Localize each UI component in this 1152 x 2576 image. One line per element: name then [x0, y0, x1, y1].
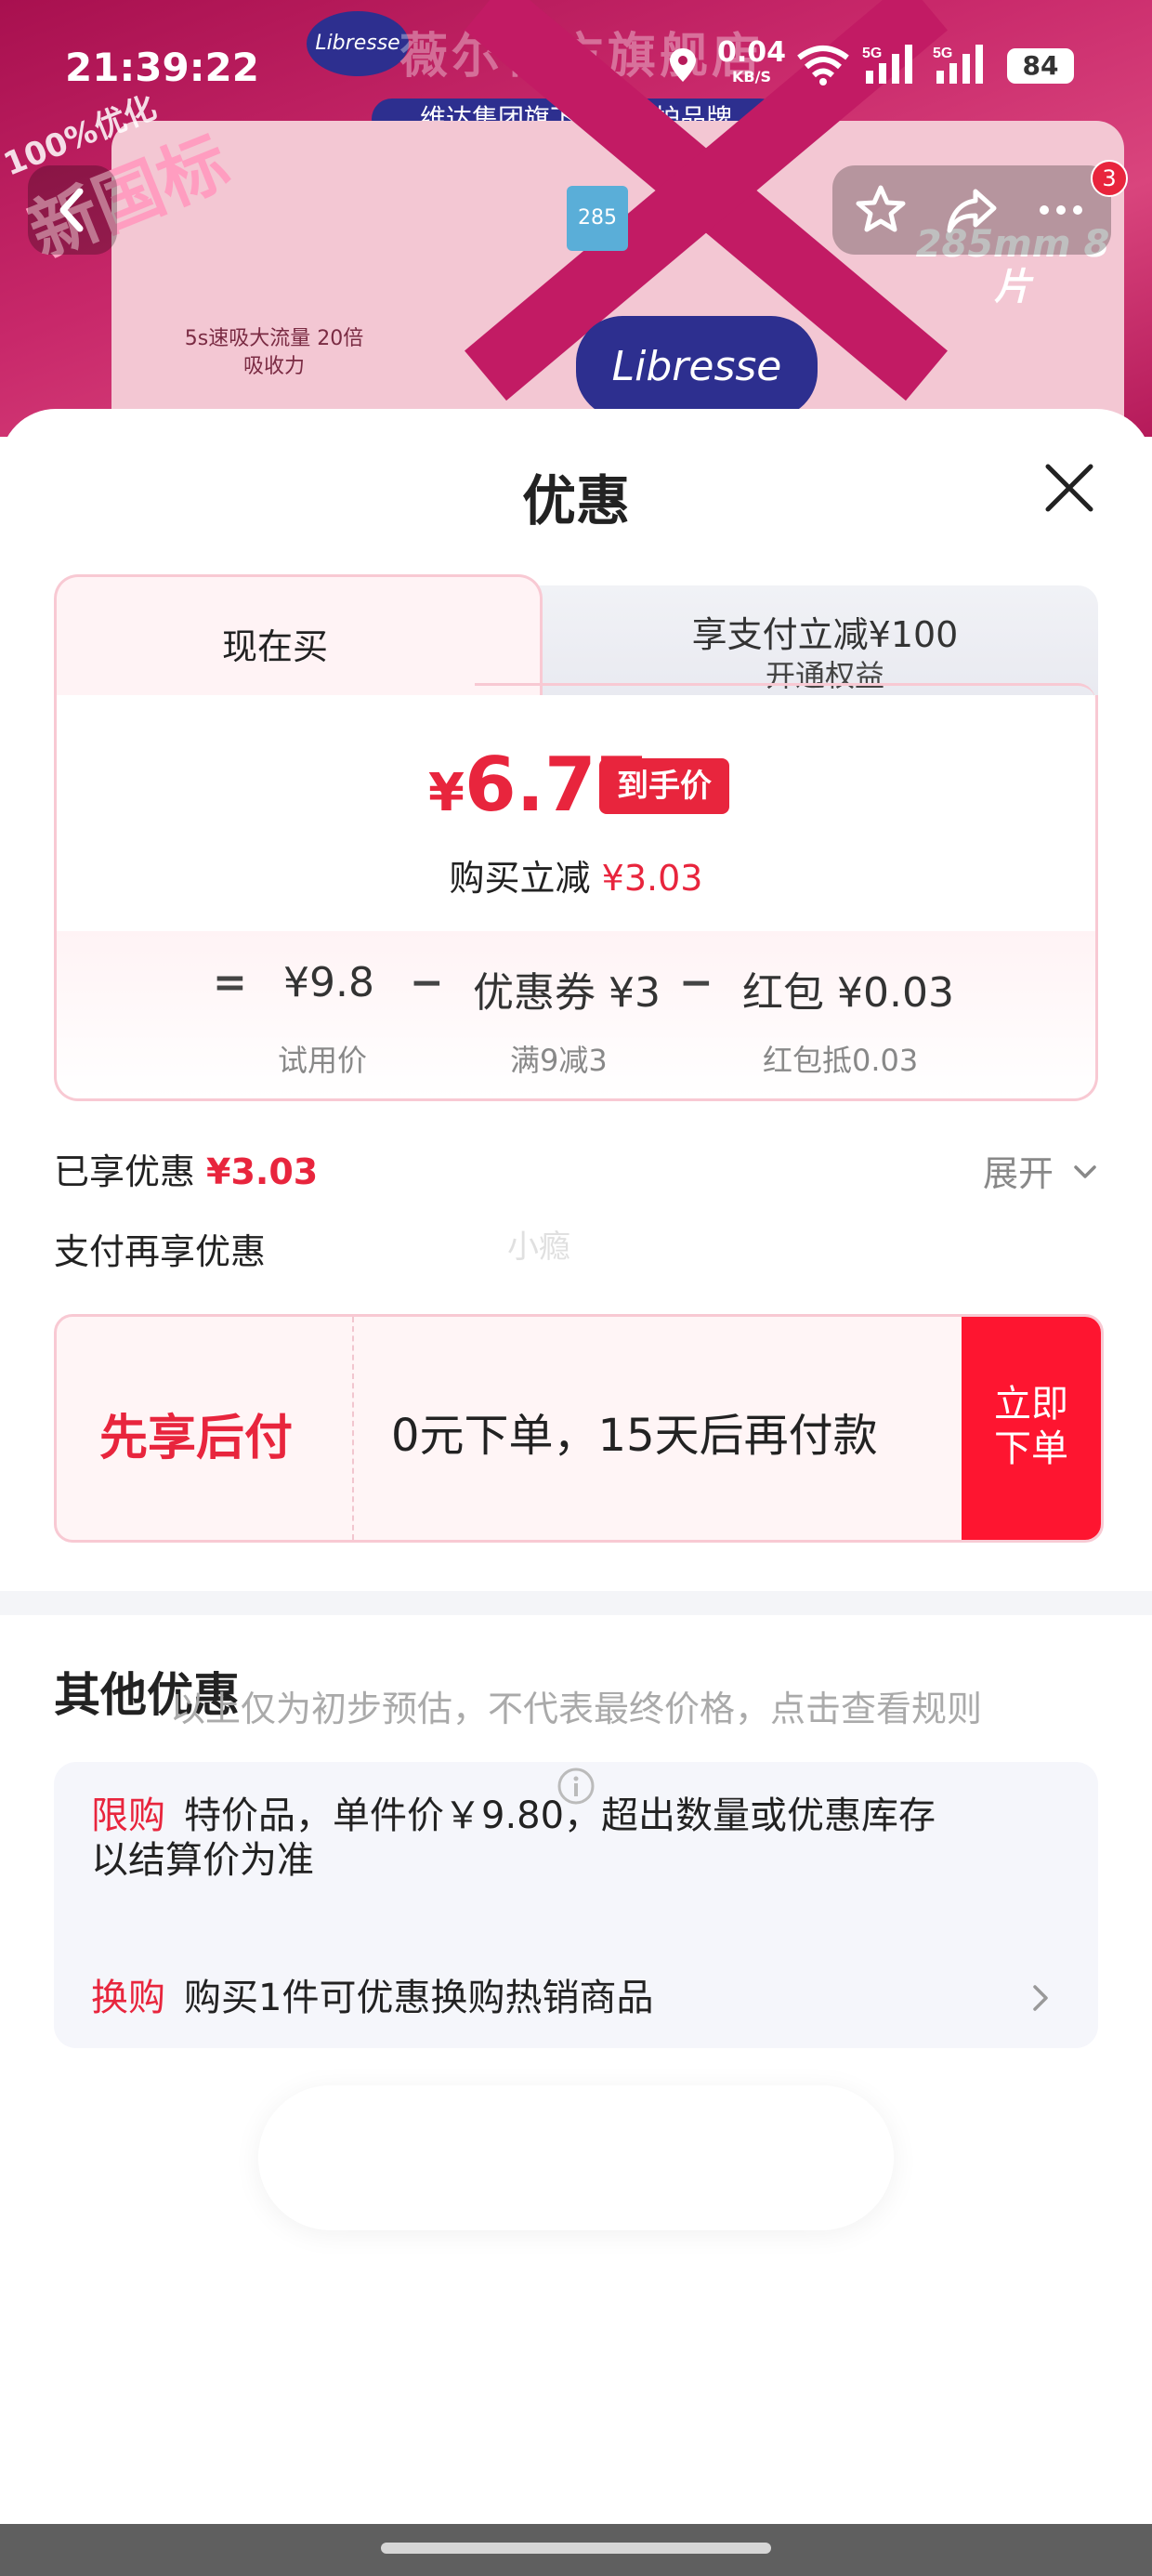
final-price-tag: 到手价: [599, 758, 729, 814]
watermark-text: 小瘾: [507, 1229, 570, 1266]
product-logo: Libresse: [576, 316, 818, 418]
instant-reduction-value: ¥3.03: [601, 858, 703, 899]
signal-icon: 5G: [862, 45, 912, 84]
divider: [352, 1317, 354, 1540]
clock: 21:39:22: [65, 45, 259, 90]
equals-sign: =: [213, 959, 247, 1006]
wifi-icon: [797, 46, 849, 85]
tab-buy-now-label: 现在买: [221, 626, 328, 667]
offer-tag: 换购: [91, 1977, 165, 2019]
network-speed: 0.04 KB/S: [717, 39, 786, 89]
svg-text:5G: 5G: [862, 46, 882, 61]
close-icon[interactable]: [1037, 455, 1102, 520]
list-item-trade-in[interactable]: 换购 购买1件可优惠换购热销商品: [91, 1976, 1039, 2020]
chevron-down-icon[interactable]: [1070, 1158, 1100, 1186]
offer-text: 购买1件可优惠换购热销商品: [184, 1977, 654, 2019]
minus-sign: −: [410, 959, 444, 1006]
battery-indicator: 84: [1007, 48, 1074, 84]
home-indicator[interactable]: [381, 2543, 771, 2554]
expand-button[interactable]: 展开: [983, 1145, 1054, 1196]
discount-sheet: 优惠 享支付立减¥100 开通权益 现在买 ¥6.77 到手价 购买立减 ¥3.…: [0, 409, 1152, 2520]
rules-toast: [258, 2085, 894, 2230]
signal-icon: 5G: [933, 45, 983, 84]
enjoyed-discount: 已享优惠 ¥3.03: [54, 1143, 318, 1194]
instant-reduction: 购买立减 ¥3.03: [57, 849, 1095, 900]
buy-now-pay-later-card[interactable]: 先享后付 0元下单，15天后再付款 立即 下单: [54, 1314, 1104, 1543]
share-icon[interactable]: [944, 182, 1000, 238]
enjoyed-discount-label: 已享优惠: [54, 1151, 196, 1192]
order-now-button[interactable]: 立即 下单: [962, 1317, 1101, 1540]
chevron-left-icon: [59, 188, 84, 232]
price-breakdown: ¥6.77 到手价 购买立减 ¥3.03 = ¥9.8 试用价 − 优惠券 ¥3…: [54, 683, 1098, 1101]
bnpl-label: 先享后付: [99, 1411, 294, 1466]
header-tools: 3: [832, 160, 1128, 255]
network-speed-value: 0.04: [717, 36, 787, 69]
payment-extra-discount-label: 支付再享优惠: [54, 1231, 267, 1272]
coupon-amount: 优惠券 ¥3: [473, 969, 661, 1017]
back-button[interactable]: [28, 165, 117, 255]
rules-link[interactable]: 以上仅为初步预估，不代表最终价格，点击查看规则: [0, 1680, 1152, 1731]
more-icon[interactable]: [1033, 182, 1089, 238]
notification-badge: 3: [1091, 160, 1128, 197]
enjoyed-discount-value: ¥3.03: [206, 1151, 319, 1192]
location-icon: [670, 48, 696, 82]
info-icon[interactable]: [556, 1766, 596, 1807]
instant-reduction-label: 购买立减: [449, 858, 591, 899]
bnpl-description: 0元下单，15天后再付款: [391, 1410, 878, 1462]
price-calculation: = ¥9.8 试用价 − 优惠券 ¥3 满9减3 − 红包 ¥0.03 红包抵0…: [57, 931, 1095, 1098]
list-item-purchase-limit: 限购 特价品，单件价￥9.80，超出数量或优惠库存 以结算价为准: [91, 1794, 936, 1883]
svg-text:5G: 5G: [933, 46, 952, 61]
chevron-right-icon[interactable]: [1028, 1979, 1052, 2017]
tab-buy-now[interactable]: 现在买: [54, 574, 543, 707]
status-bar: 21:39:22 0.04 KB/S 5G 5G 84: [0, 0, 1152, 139]
section-divider: [0, 1591, 1152, 1615]
sheet-title: 优惠: [521, 469, 630, 532]
order-now-label-line2: 下单: [994, 1427, 1068, 1470]
minus-sign: −: [679, 959, 713, 1006]
product-feature-text: 5s速吸大流量 20倍吸收力: [184, 327, 364, 378]
redpack-amount: 红包 ¥0.03: [742, 969, 954, 1017]
redpack-note: 红包抵0.03: [763, 1043, 919, 1078]
trial-price-note: 试用价: [278, 1043, 368, 1078]
offer-text-line2: 以结算价为准: [91, 1839, 314, 1882]
price-panel: 享支付立减¥100 开通权益 现在买 ¥6.77 到手价 购买立减 ¥3.03 …: [54, 574, 1098, 1104]
tab-pay-title: 享支付立减¥100: [691, 614, 959, 655]
order-now-label-line1: 立即: [994, 1383, 1068, 1426]
offer-tag: 限购: [91, 1794, 165, 1837]
coupon-note: 满9减3: [510, 1043, 608, 1078]
star-icon[interactable]: [853, 182, 909, 238]
product-size-badge: 285: [567, 186, 628, 251]
trial-price: ¥9.8: [283, 959, 374, 1006]
final-price-currency: ¥: [428, 763, 465, 823]
